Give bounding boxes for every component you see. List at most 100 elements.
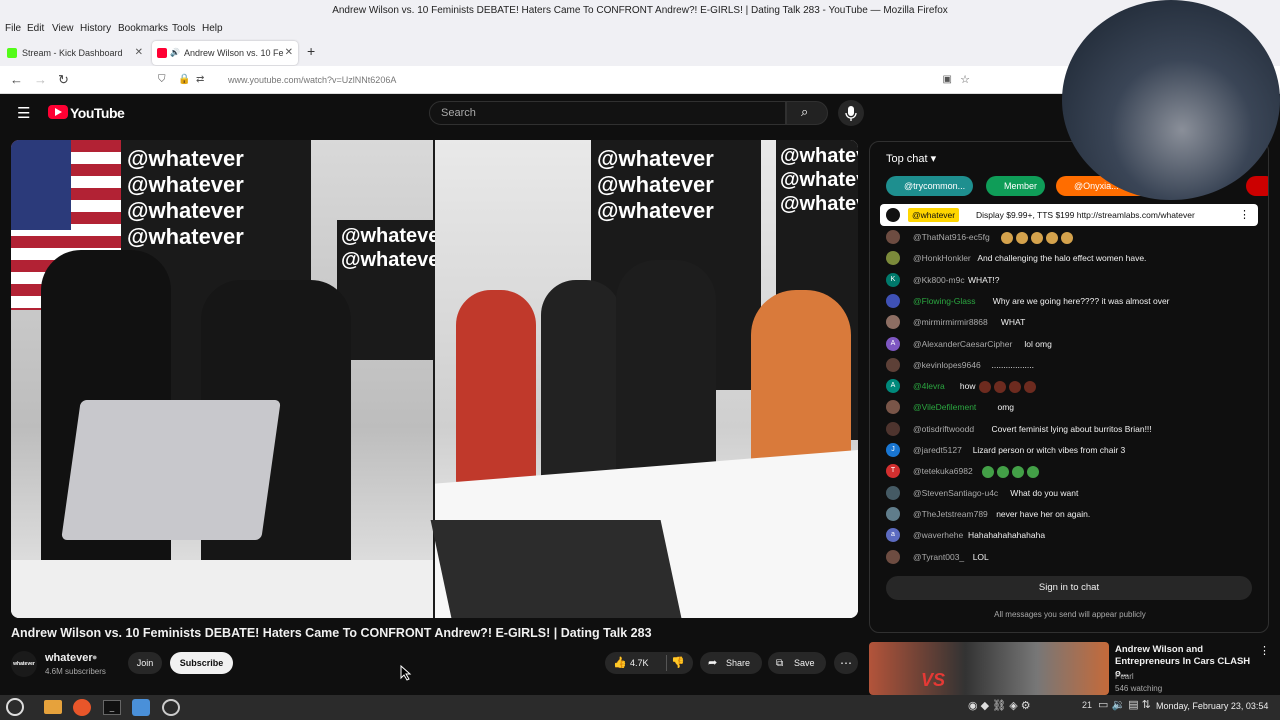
url-bar[interactable]: ⛉ 🔒 ⇄ www.youtube.com/watch?v=UzlNNt6206… [150,70,980,90]
shield-icon[interactable]: ⛉ [158,70,166,90]
permissions-icon[interactable]: ⇄ [196,70,204,90]
menu-help[interactable]: Help [202,23,223,34]
chat-author[interactable]: @AlexanderCaesarCipher [913,337,1012,351]
chat-avatar[interactable]: K [886,272,900,287]
recommended-video[interactable]: VS Andrew Wilson and Entrepreneurs In Ca… [869,642,1270,695]
file-manager-icon[interactable] [44,700,62,714]
chat-author[interactable]: @otisdriftwoodd [913,422,974,436]
voice-search-button[interactable] [838,100,864,126]
menu-hamburger-icon[interactable]: ☰ [17,104,30,122]
chat-avatar[interactable] [886,400,900,415]
chat-mode-dropdown[interactable]: Top chat ▾ [886,152,936,165]
chat-author[interactable]: @4levra [913,379,945,393]
chat-author[interactable]: @Tyrant003_ [913,550,964,564]
chat-author[interactable]: @StevenSantiago-u4c [913,486,998,500]
youtube-logo-text[interactable]: YouTube [70,105,125,121]
thumbs-up-icon[interactable]: 👍 [613,657,627,669]
video-player[interactable]: @whatever @whatever @whatever @whatever @wh… [11,140,858,618]
menu-view[interactable]: View [52,23,74,34]
firefox-icon[interactable] [73,699,91,716]
chat-avatar[interactable]: T [886,464,900,479]
chat-author[interactable]: @VileDefilement [913,400,976,414]
lock-icon[interactable]: 🔒 [178,70,190,90]
forward-icon[interactable]: → [34,72,47,87]
tab-kick-dashboard[interactable]: Stream - Kick Dashboard ✕ [2,41,148,65]
new-tab-icon[interactable]: + [307,43,315,59]
youtube-logo-icon[interactable] [48,105,68,119]
system-tray-icons[interactable]: ▭ 🔉 ▤ ⇅ [1098,698,1151,711]
more-options-icon[interactable]: ⋮ [1239,204,1250,226]
thumbs-down-icon[interactable]: 👎 [671,652,685,674]
share-icon: ➦ [708,657,718,669]
emote-icon [997,466,1010,479]
chat-text: Why are we going here???? it was almost … [992,295,1170,306]
chat-chip-1[interactable]: @trycommon... [886,176,974,196]
channel-name[interactable]: whatever [45,652,93,664]
chat-author[interactable]: @mirmirmirmir8868 [913,315,988,329]
chat-avatar[interactable] [886,357,900,372]
tray-icons[interactable]: ◉ ◆ ⛓ ◈ ⚙ [968,699,1031,712]
speaker-icon[interactable]: 🔊 [170,41,180,65]
chat-author[interactable]: @tetekuka6982 [913,464,973,478]
bookmark-star-icon[interactable]: ☆ [960,70,970,90]
reload-icon[interactable]: ↻ [58,72,69,88]
menu-history[interactable]: History [80,23,111,34]
chat-avatar[interactable]: A [886,379,900,394]
chat-avatar[interactable] [886,293,900,308]
chat-avatar[interactable]: J [886,443,900,457]
search-button[interactable]: ⌕ [786,101,828,125]
chat-author[interactable]: @HonkHonkler [913,251,971,265]
app-window-icon[interactable] [132,699,150,716]
join-button[interactable]: Join [128,652,162,674]
save-button[interactable]: ⧉ Save [768,652,826,674]
tab-label: Andrew Wilson vs. 10 Fe [184,48,284,58]
chat-text: LOL [972,551,989,562]
chat-author[interactable]: @jaredt5127 [913,443,962,457]
chat-avatar[interactable] [886,485,900,500]
chat-author[interactable]: @ThatNat916-ec5fg [913,230,990,244]
chat-avatar[interactable] [886,506,900,521]
chat-avatar[interactable]: a [886,528,900,543]
chat-avatar[interactable]: A [886,336,900,351]
menu-edit[interactable]: Edit [27,23,44,34]
chat-author[interactable]: @kevinlopes9646 [913,358,981,372]
close-tab-icon[interactable]: ✕ [285,41,293,65]
chat-chip-member[interactable]: Member [986,176,1046,196]
share-button[interactable]: ➦ Share [700,652,762,674]
more-options-icon[interactable]: ⋮ [1259,644,1270,657]
chat-avatar[interactable] [886,549,900,564]
tray-count: 21 [1082,700,1093,710]
sign-in-to-chat-button[interactable]: Sign in to chat [886,576,1252,600]
more-actions-icon[interactable]: ⋯ [834,652,858,674]
menu-file[interactable]: File [5,23,21,34]
recommended-thumbnail: VS [869,642,1109,695]
menu-bookmarks[interactable]: Bookmarks [118,23,168,34]
pinned-avatar [886,208,900,222]
back-icon[interactable]: ← [10,72,23,87]
pinned-message[interactable]: @whatever Display $9.99+, TTS $199 http:… [880,204,1258,226]
search-input[interactable]: Search [429,101,786,125]
channel-avatar[interactable]: whatever [11,651,37,677]
like-count[interactable]: 4.7K [630,652,649,674]
chat-message: @Flowing-Glass Why are we going here???? … [886,293,1256,314]
tab-youtube[interactable]: 🔊 Andrew Wilson vs. 10 Fe ✕ [152,41,298,65]
chat-author[interactable]: @waverhehe [913,528,963,542]
chat-avatar[interactable] [886,315,900,330]
close-tab-icon[interactable]: ✕ [135,41,143,65]
chat-text: Covert feminist lying about burritos Bri… [991,423,1152,434]
taskbar-clock[interactable]: Monday, February 23, 03:54 [1156,701,1268,711]
chat-author[interactable]: @Kk800-m9c [913,273,965,287]
reader-view-icon[interactable]: ▣ [943,70,952,90]
menu-tools[interactable]: Tools [172,23,195,34]
chat-author[interactable]: @Flowing-Glass [913,294,975,308]
chat-message: @StevenSantiago-u4c What do you want [886,485,1256,506]
subscribe-button[interactable]: Subscribe [170,652,233,674]
chat-avatar[interactable] [886,251,900,266]
chat-avatar[interactable] [886,421,900,436]
chat-chip-4[interactable] [1246,176,1268,196]
terminal-icon[interactable]: _ [103,700,121,715]
obs-icon[interactable] [162,699,180,716]
chat-author[interactable]: @TheJetstream789 [913,507,988,521]
start-menu-icon[interactable] [6,698,24,716]
chat-avatar[interactable] [886,230,900,244]
